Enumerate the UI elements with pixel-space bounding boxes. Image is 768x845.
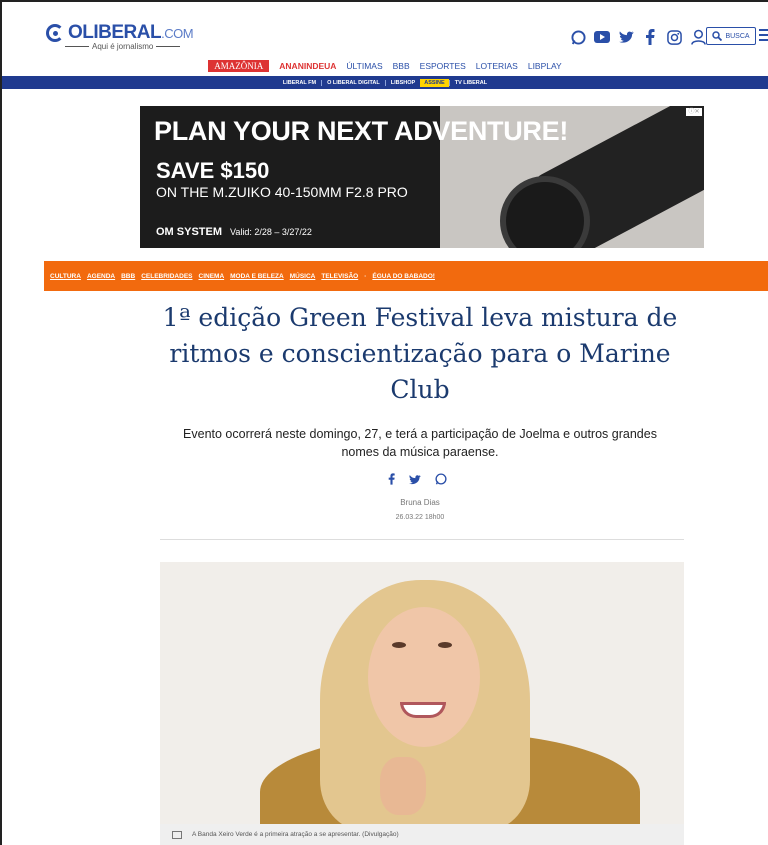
article-photo[interactable]	[160, 562, 684, 824]
sub-nav-item-liberal-fm[interactable]: LIBERAL FM	[278, 80, 321, 86]
ad-valid-dates: Valid: 2/28 – 3/27/22	[230, 227, 312, 237]
share-buttons	[388, 473, 447, 488]
photo-face-shape	[368, 607, 480, 747]
article-subtitle: Evento ocorrerá neste domingo, 27, e ter…	[183, 427, 657, 459]
site-logo[interactable]: OLIBERAL.COM Aqui é jornalismo	[46, 22, 196, 51]
sub-nav-item-assine[interactable]: ASSINE	[420, 78, 449, 87]
section-nav-televisao[interactable]: TELEVISÃO	[321, 273, 358, 280]
top-nav-item-ananindeua[interactable]: ANANINDEUA	[279, 61, 336, 71]
section-nav-moda-e-beleza[interactable]: MODA E BELEZA	[230, 273, 284, 280]
ad-product: ON THE M.ZUIKO 40-150MM F2.8 PRO	[156, 184, 408, 200]
top-nav: AMAZÔNIA ANANINDEUA ÚLTIMAS BBB ESPORTES…	[2, 56, 768, 76]
top-nav-item-loterias[interactable]: LOTERIAS	[476, 61, 518, 71]
ad-offer: SAVE $150	[156, 158, 270, 183]
section-nav-cultura[interactable]: CULTURA	[50, 273, 81, 280]
section-nav-cinema[interactable]: CINEMA	[199, 273, 225, 280]
hamburger-menu-icon[interactable]	[759, 29, 768, 41]
section-nav-musica[interactable]: MÚSICA	[290, 273, 316, 280]
sub-nav-item-liberal-digital[interactable]: O LIBERAL DIGITAL	[321, 79, 385, 86]
instagram-icon[interactable]	[666, 29, 682, 45]
sub-nav-item-libshop[interactable]: LIBSHOP	[384, 79, 420, 86]
article-title: 1ª edição Green Festival leva mistura de…	[162, 303, 678, 404]
ad-headline: PLAN YOUR NEXT ADVENTURE!	[154, 116, 569, 146]
photo-caption: A Banda Xeiro Verde é a primeira atração…	[192, 831, 399, 838]
facebook-icon[interactable]	[388, 473, 395, 488]
article-date: 26.03.22 18h00	[395, 514, 445, 521]
sub-nav: LIBERAL FM O LIBERAL DIGITAL LIBSHOP ASS…	[2, 76, 768, 89]
search-icon	[712, 31, 723, 41]
photo-pointing-hand	[380, 757, 426, 815]
section-nav-bbb[interactable]: BBB	[121, 273, 135, 280]
article-author[interactable]: Bruna Dias	[370, 498, 470, 507]
social-icons	[570, 27, 706, 47]
section-nav-separator: ·	[364, 272, 367, 280]
search-label: BUSCA	[725, 32, 750, 40]
youtube-icon[interactable]	[594, 29, 610, 45]
logo-suffix: .COM	[161, 26, 194, 41]
camera-icon	[172, 830, 182, 839]
twitter-icon[interactable]	[409, 474, 421, 488]
photo-caption-bar: A Banda Xeiro Verde é a primeira atração…	[160, 824, 684, 845]
advertisement-banner[interactable]: PLAN YOUR NEXT ADVENTURE! SAVE $150 ON T…	[140, 106, 704, 248]
ad-close-icon[interactable]: ⓘ✕	[686, 108, 702, 116]
sub-nav-item-tv-liberal[interactable]: TV LIBERAL	[448, 79, 492, 86]
top-nav-item-libplay[interactable]: LIBPLAY	[528, 61, 562, 71]
whatsapp-icon[interactable]	[435, 473, 447, 488]
section-nav-egua-do-babado[interactable]: ÉGUA DO BABADO!	[372, 273, 435, 280]
whatsapp-icon[interactable]	[570, 29, 586, 45]
section-nav-agenda[interactable]: AGENDA	[87, 273, 115, 280]
facebook-icon[interactable]	[642, 29, 658, 45]
photo-eye-right	[438, 642, 452, 648]
top-nav-item-esportes[interactable]: ESPORTES	[420, 61, 466, 71]
user-icon[interactable]	[690, 29, 706, 45]
photo-eye-left	[392, 642, 406, 648]
top-nav-item-amazonia[interactable]: AMAZÔNIA	[208, 60, 270, 72]
section-nav: CULTURA AGENDA BBB CELEBRIDADES CINEMA M…	[44, 261, 768, 291]
logo-mark-icon	[46, 24, 64, 42]
section-nav-celebridades[interactable]: CELEBRIDADES	[141, 273, 192, 280]
logo-name: OLIBERAL	[68, 22, 162, 43]
ad-brand: OM SYSTEM	[156, 226, 223, 238]
search-button[interactable]: BUSCA	[706, 27, 756, 45]
logo-tagline: Aqui é jornalismo	[62, 42, 183, 51]
twitter-icon[interactable]	[618, 29, 634, 45]
top-nav-item-ultimas[interactable]: ÚLTIMAS	[346, 61, 382, 71]
top-nav-item-bbb[interactable]: BBB	[393, 61, 410, 71]
divider	[160, 539, 684, 540]
